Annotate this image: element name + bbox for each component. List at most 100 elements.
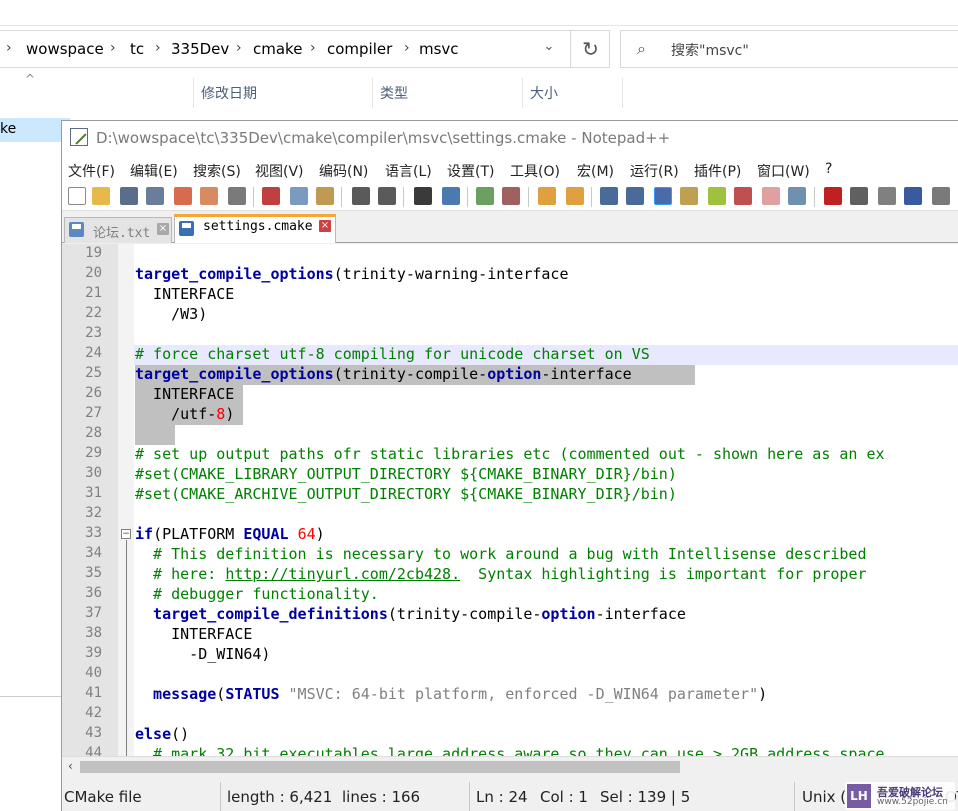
code-token: /utf-: [135, 405, 217, 423]
code-editor[interactable]: 19 20 21 22 23 24 25 26 27 28 29 30 31 3…: [62, 244, 958, 756]
sync-horizontal-icon[interactable]: [566, 187, 584, 205]
stop-macro-icon[interactable]: [850, 187, 868, 205]
menu-macro[interactable]: 宏(M): [577, 161, 614, 181]
status-divider: [469, 782, 470, 811]
menu-plugins[interactable]: 插件(P): [694, 161, 741, 181]
code-line-25: target_compile_options(trinity-compile-o…: [135, 365, 632, 383]
scroll-left-arrow-icon[interactable]: ‹: [68, 759, 73, 773]
search-box[interactable]: ⌕ 搜索"msvc": [620, 30, 958, 68]
menu-encoding[interactable]: 编码(N): [319, 161, 368, 181]
selected-file-row[interactable]: ke: [0, 118, 70, 142]
status-column: Col : 1: [540, 788, 588, 806]
zoom-in-icon[interactable]: [476, 187, 494, 205]
fold-collapse-icon[interactable]: −: [121, 529, 131, 539]
toolbar-divider: [814, 187, 815, 207]
close-tab-icon[interactable]: ×: [319, 220, 331, 232]
forum-watermark: LH 吾爱破解论坛 www.52pojie.cn: [845, 782, 955, 810]
code-token: option: [487, 365, 542, 383]
column-divider[interactable]: [622, 78, 623, 108]
line-number: 32: [85, 505, 102, 521]
status-divider: [794, 782, 795, 811]
run-macro-multiple-icon[interactable]: [904, 187, 922, 205]
tab-settings-cmake[interactable]: settings.cmake ×: [174, 214, 336, 243]
breadcrumb-cmake[interactable]: cmake: [253, 40, 302, 58]
play-macro-icon[interactable]: [878, 187, 896, 205]
menu-search[interactable]: 搜索(S): [193, 161, 241, 181]
toolbar: [62, 183, 958, 211]
close-all-icon[interactable]: [200, 187, 218, 205]
search-icon: ⌕: [637, 39, 646, 58]
breadcrumb-335dev[interactable]: 335Dev: [171, 40, 229, 58]
menu-tools[interactable]: 工具(O): [510, 161, 560, 181]
chevron-down-icon[interactable]: ⌄: [538, 39, 560, 61]
sync-vertical-icon[interactable]: [538, 187, 556, 205]
indent-guide-icon[interactable]: [654, 187, 672, 205]
new-file-icon[interactable]: [68, 187, 86, 205]
folder-workspace-icon[interactable]: [762, 187, 780, 205]
redo-icon[interactable]: [378, 187, 396, 205]
word-wrap-icon[interactable]: [600, 187, 618, 205]
zoom-out-icon[interactable]: [502, 187, 520, 205]
udl-icon[interactable]: [680, 187, 698, 205]
copy-icon[interactable]: [290, 187, 308, 205]
line-number: 41: [85, 685, 102, 701]
undo-icon[interactable]: [352, 187, 370, 205]
menu-edit[interactable]: 编辑(E): [130, 161, 178, 181]
save-macro-icon[interactable]: [932, 187, 950, 205]
code-line-34: # This definition is necessary to work a…: [135, 545, 867, 563]
breadcrumb-tc[interactable]: tc: [130, 40, 144, 58]
column-divider[interactable]: [522, 78, 523, 108]
monitoring-icon[interactable]: [788, 187, 806, 205]
paste-icon[interactable]: [316, 187, 334, 205]
record-macro-icon[interactable]: [824, 187, 842, 205]
menu-help[interactable]: ?: [825, 161, 832, 177]
line-number: 19: [85, 245, 102, 261]
breadcrumb-compiler[interactable]: compiler: [327, 40, 392, 58]
function-list-icon[interactable]: [734, 187, 752, 205]
doc-map-icon[interactable]: [708, 187, 726, 205]
breadcrumb-msvc[interactable]: msvc: [419, 40, 459, 58]
open-file-icon[interactable]: [92, 187, 110, 205]
title-bar[interactable]: D:\wowspace\tc\335Dev\cmake\compiler\msv…: [62, 121, 958, 155]
code-token: target_compile_definitions: [135, 605, 388, 623]
breadcrumb-separator-icon: ›: [236, 40, 242, 56]
replace-icon[interactable]: [442, 187, 460, 205]
menu-settings[interactable]: 设置(T): [447, 161, 494, 181]
menu-run[interactable]: 运行(R): [630, 161, 679, 181]
scrollbar-thumb[interactable]: [80, 761, 680, 773]
menu-view[interactable]: 视图(V): [255, 161, 304, 181]
save-all-icon[interactable]: [146, 187, 164, 205]
code-token: -interface: [595, 605, 686, 623]
menu-language[interactable]: 语言(L): [385, 161, 432, 181]
refresh-icon[interactable]: ↻: [570, 31, 610, 67]
toolbar-divider: [591, 187, 592, 207]
print-icon[interactable]: [228, 187, 246, 205]
save-icon[interactable]: [120, 187, 138, 205]
column-divider[interactable]: [193, 78, 194, 108]
line-number: 23: [85, 325, 102, 341]
code-line-41: message(STATUS "MSVC: 64-bit platform, e…: [135, 685, 767, 703]
menu-window[interactable]: 窗口(W): [757, 161, 810, 181]
code-line-26: INTERFACE: [135, 385, 235, 403]
menu-file[interactable]: 文件(F): [68, 161, 115, 181]
close-file-icon[interactable]: [174, 187, 192, 205]
cut-icon[interactable]: [262, 187, 280, 205]
breadcrumb-wowspace[interactable]: wowspace: [26, 40, 104, 58]
watermark-logo: LH: [847, 784, 871, 808]
column-divider[interactable]: [372, 78, 373, 108]
address-bar[interactable]: › wowspace › tc › 335Dev › cmake › compi…: [0, 30, 610, 68]
saved-file-icon: [179, 221, 194, 236]
close-tab-icon[interactable]: ×: [157, 223, 169, 235]
show-all-chars-icon[interactable]: [626, 187, 644, 205]
status-eol[interactable]: Unix (: [802, 788, 846, 806]
code-line-20: target_compile_options(trinity-warning-i…: [135, 265, 569, 283]
code-link[interactable]: http://tinyurl.com/2cb428.: [225, 565, 460, 583]
tab-luntan-txt[interactable]: 论坛.txt ×: [64, 217, 172, 243]
find-icon[interactable]: [414, 187, 432, 205]
line-number: 33: [85, 525, 102, 541]
line-number: 27: [85, 405, 102, 421]
horizontal-scrollbar[interactable]: ‹: [62, 756, 958, 776]
code-line-39: -D_WIN64): [135, 645, 271, 663]
line-number: 36: [85, 585, 102, 601]
